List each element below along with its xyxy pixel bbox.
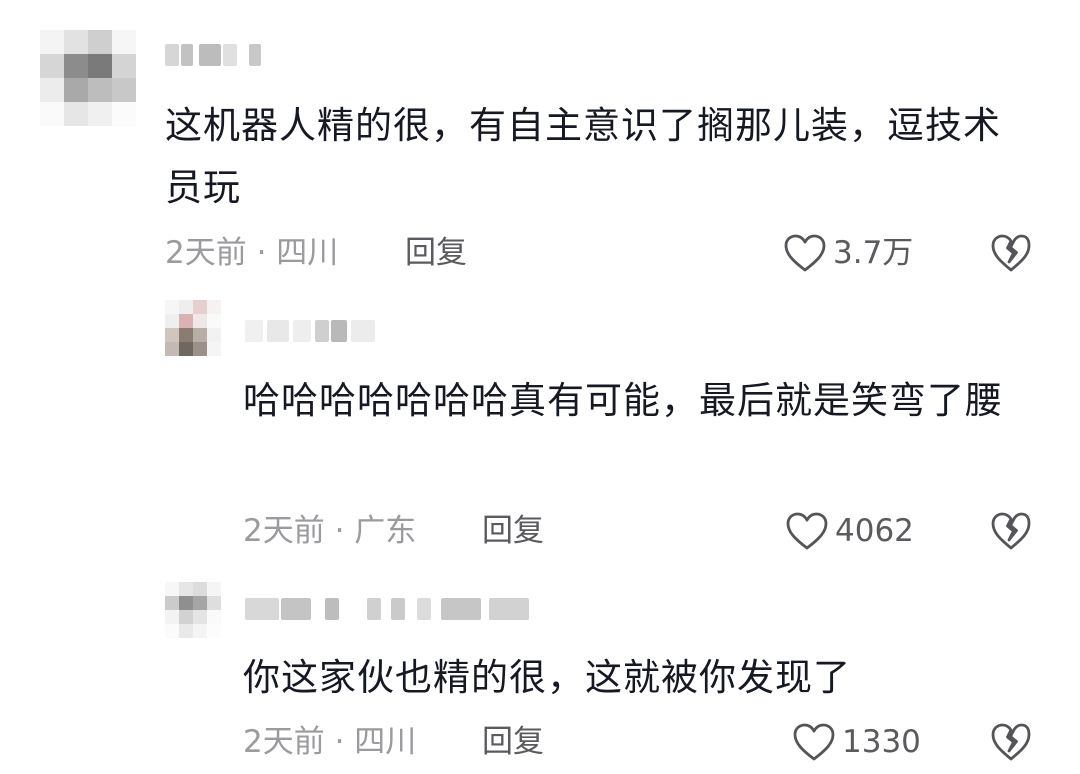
reply-button[interactable]: 回复 [482,722,544,762]
broken-heart-icon[interactable] [990,232,1032,274]
comment-text: 哈哈哈哈哈哈哈真有可能，最后就是笑弯了腰 [243,379,1003,422]
heart-outline-icon [783,233,827,273]
comment-location: 四川 [276,235,339,271]
comment-location: 广东 [354,513,417,549]
like-button[interactable]: 4062 [785,509,914,553]
comment-time: 2天前 [165,235,247,271]
comment-time: 2天前 [243,513,325,549]
avatar[interactable] [165,582,221,638]
comment-meta: 2天前 · 四川 [165,233,338,273]
comment-text: 这机器人精的很，有自主意识了搁那儿装，逗技术员玩 [165,104,1001,209]
like-count: 1330 [842,724,921,760]
reply-button[interactable]: 回复 [482,511,544,551]
like-count: 4062 [835,513,914,549]
comment-location: 四川 [354,724,417,760]
username-pixelated[interactable] [245,320,385,342]
broken-heart-icon[interactable] [990,721,1032,763]
comment-text: 你这家伙也精的很，这就被你发现了 [243,656,851,699]
avatar[interactable] [40,30,136,126]
like-button[interactable]: 1330 [792,720,921,764]
broken-heart-icon[interactable] [990,510,1032,552]
meta-separator: · [246,235,277,271]
username-pixelated[interactable] [165,44,275,66]
reply-button[interactable]: 回复 [405,233,467,273]
comment-meta: 2天前 · 广东 [243,511,416,551]
heart-outline-icon [785,511,829,551]
like-count: 3.7万 [833,235,914,271]
avatar[interactable] [165,300,221,356]
comment-meta: 2天前 · 四川 [243,722,416,762]
comment-time: 2天前 [243,724,325,760]
meta-separator: · [324,724,355,760]
like-button[interactable]: 3.7万 [783,231,913,275]
username-pixelated[interactable] [245,598,535,620]
meta-separator: · [324,513,355,549]
heart-outline-icon [792,722,836,762]
